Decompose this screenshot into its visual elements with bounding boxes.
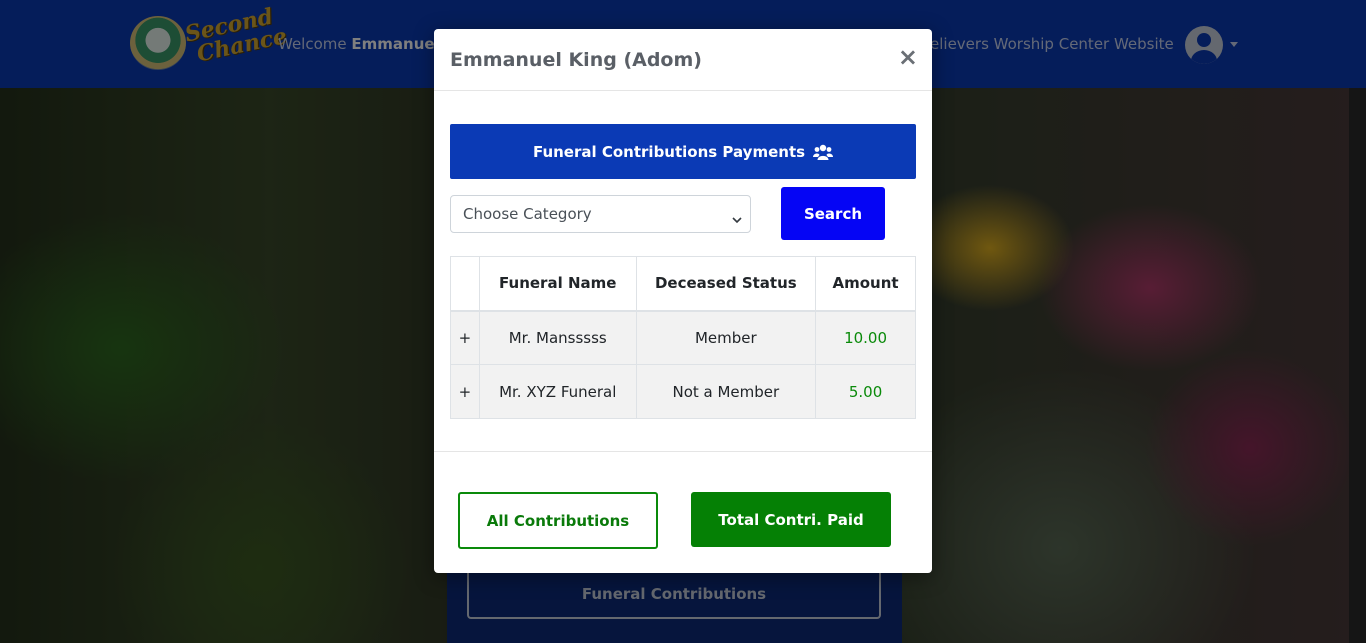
close-button[interactable]: ×: [898, 45, 918, 69]
chevron-down-icon: [732, 210, 742, 228]
modal-footer-divider: [434, 451, 932, 452]
deceased-status-cell: Member: [635, 310, 817, 365]
contributions-modal: Emmanuel King (Adom) × Funeral Contribut…: [434, 29, 932, 573]
users-icon: [813, 144, 834, 160]
deceased-status-header[interactable]: Deceased Status: [635, 256, 817, 312]
category-select-value: Choose Category: [463, 205, 592, 223]
all-contributions-button[interactable]: All Contributions: [458, 492, 658, 549]
search-button[interactable]: Search: [781, 187, 885, 240]
amount-cell: 5.00: [815, 364, 916, 419]
deceased-status-cell: Not a Member: [635, 364, 817, 419]
table-row[interactable]: + Mr. XYZ Funeral Not a Member 5.00: [450, 364, 916, 419]
amount-cell: 10.00: [815, 310, 916, 365]
amount-header[interactable]: Amount: [815, 256, 916, 312]
expand-row-button[interactable]: +: [450, 310, 480, 365]
modal-title: Emmanuel King (Adom): [450, 49, 702, 71]
expand-row-button[interactable]: +: [450, 364, 480, 419]
funeral-name-cell: Mr. XYZ Funeral: [478, 364, 637, 419]
funeral-name-header[interactable]: Funeral Name: [478, 256, 637, 312]
contributions-table: Funeral Name Deceased Status Amount + Mr…: [450, 256, 916, 419]
modal-header: Emmanuel King (Adom) ×: [434, 29, 932, 91]
table-header-row: Funeral Name Deceased Status Amount: [450, 256, 916, 312]
total-contributions-paid-button[interactable]: Total Contri. Paid: [691, 492, 891, 547]
category-select[interactable]: Choose Category: [450, 195, 751, 233]
funeral-name-cell: Mr. Mansssss: [478, 310, 637, 365]
funeral-payments-banner: Funeral Contributions Payments: [450, 124, 916, 179]
banner-label: Funeral Contributions Payments: [532, 142, 806, 161]
table-row[interactable]: + Mr. Mansssss Member 10.00: [450, 310, 916, 365]
expand-column-header: [450, 256, 480, 312]
